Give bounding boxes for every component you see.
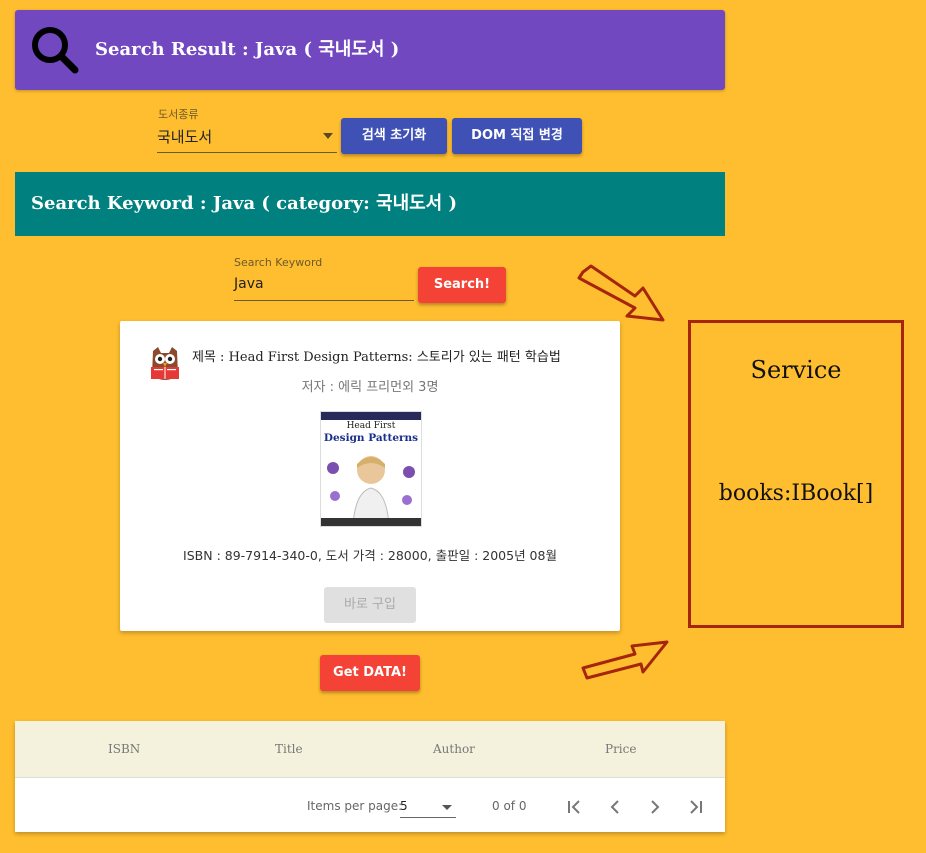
service-title: Service	[750, 356, 842, 384]
keyword-bar: Search Keyword : Java ( category: 국내도서 )	[15, 172, 725, 236]
search-icon	[32, 27, 79, 74]
search-button[interactable]: Search!	[418, 267, 506, 303]
book-cover-image: Head First Design Patterns	[320, 411, 422, 527]
search-input-value: Java	[234, 276, 264, 292]
items-per-page-select[interactable]: 5	[400, 797, 456, 818]
next-page-icon[interactable]	[643, 795, 667, 819]
search-input[interactable]: Java	[234, 272, 414, 301]
column-header-author[interactable]: Author	[433, 721, 475, 777]
book-title: 제목 : Head First Design Patterns: 스토리가 있는…	[192, 350, 561, 365]
category-select[interactable]: 국내도서	[157, 122, 337, 153]
column-header-isbn[interactable]: ISBN	[108, 721, 140, 777]
result-header: Search Result : Java ( 국내도서 )	[15, 10, 725, 90]
service-annotation-box: Service books:IBook[]	[688, 320, 904, 628]
items-per-page-value: 5	[400, 799, 408, 813]
book-card: 제목 : Head First Design Patterns: 스토리가 있는…	[120, 321, 620, 631]
chevron-down-icon	[442, 805, 452, 810]
keyword-title: Search Keyword : Java ( category: 국내도서 )	[31, 193, 458, 214]
buy-now-button[interactable]: 바로 구입	[324, 587, 416, 623]
items-per-page-label: Items per page:	[307, 799, 403, 813]
reset-search-button[interactable]: 검색 초기화	[341, 118, 447, 154]
arrow-right-up-icon	[581, 640, 669, 680]
category-value: 국내도서	[157, 128, 213, 146]
category-label: 도서종류	[158, 108, 199, 121]
table-header: ISBN Title Author Price	[15, 721, 725, 778]
get-data-button[interactable]: Get DATA!	[320, 655, 420, 691]
chevron-down-icon	[323, 133, 333, 139]
cover-line-1: Head First	[346, 421, 396, 431]
cover-illustration	[321, 456, 421, 526]
last-page-icon[interactable]	[683, 795, 707, 819]
first-page-icon[interactable]	[563, 795, 587, 819]
arrow-right-down-icon	[577, 264, 665, 322]
page-title: Search Result : Java ( 국내도서 )	[95, 39, 400, 60]
previous-page-icon[interactable]	[603, 795, 627, 819]
cover-line-2: Design Patterns	[323, 432, 419, 444]
search-keyword-label: Search Keyword	[234, 256, 323, 269]
service-body: books:IBook[]	[718, 481, 874, 506]
dom-change-button[interactable]: DOM 직접 변경	[452, 118, 582, 154]
books-table: ISBN Title Author Price Items per page: …	[15, 721, 725, 832]
book-info: ISBN : 89-7914-340-0, 도서 가격 : 28000, 출판일…	[183, 548, 557, 563]
book-author: 저자 : 에릭 프리먼외 3명	[301, 380, 439, 395]
column-header-title[interactable]: Title	[275, 721, 303, 777]
page-range: 0 of 0	[492, 799, 527, 813]
column-header-price[interactable]: Price	[605, 721, 636, 777]
